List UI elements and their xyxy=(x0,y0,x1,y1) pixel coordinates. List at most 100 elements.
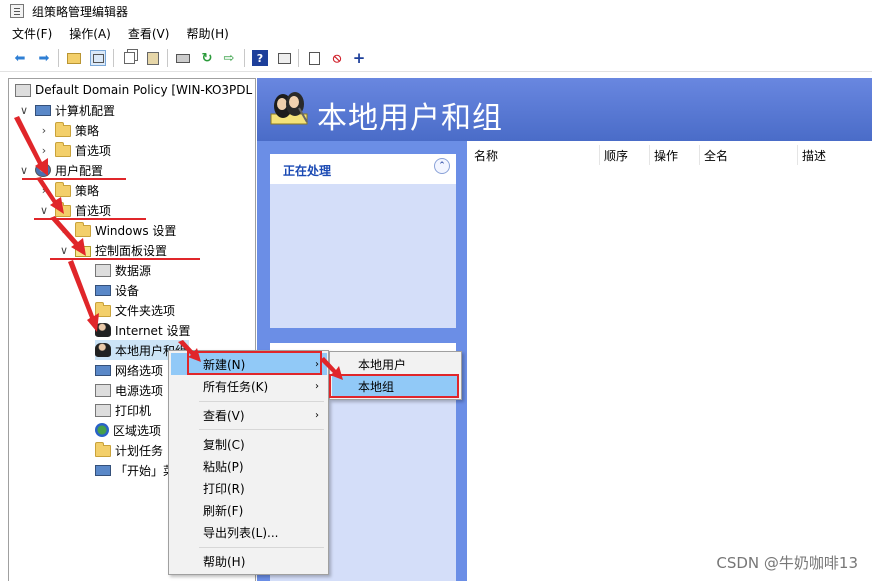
chevron-up-icon[interactable]: ⌃ xyxy=(434,158,450,174)
tree-printers[interactable]: 打印机 xyxy=(95,400,151,420)
tree-label: Internet 设置 xyxy=(115,323,191,338)
chevron-right-icon[interactable]: › xyxy=(39,124,49,137)
menu-item-label: 打印(R) xyxy=(203,481,245,496)
stop-icon[interactable]: ⦸ xyxy=(329,50,345,66)
menu-item-paste[interactable]: 粘贴(P) xyxy=(171,455,327,477)
tree-internet-settings[interactable]: Internet 设置 xyxy=(95,320,190,340)
task-panel-header[interactable]: 正在处理 ⌃ xyxy=(270,154,456,184)
tree-label: 策略 xyxy=(75,183,100,198)
folder-options-icon xyxy=(95,301,111,317)
internet-settings-icon xyxy=(95,323,111,337)
start-menu-icon xyxy=(95,464,111,476)
submenu-item-local-user[interactable]: 本地用户 xyxy=(332,353,459,375)
menu-item-label: 本地用户 xyxy=(358,357,407,372)
menu-action[interactable]: 操作(A) xyxy=(69,25,111,42)
menu-help[interactable]: 帮助(H) xyxy=(186,25,228,42)
chevron-down-icon[interactable]: ∨ xyxy=(19,164,29,177)
policy-icon xyxy=(15,83,31,97)
tree-root-policy[interactable]: Default Domain Policy [WIN-KO3PDL xyxy=(15,80,252,100)
back-arrow-icon[interactable]: ⬅ xyxy=(12,50,28,66)
tree-computer-config[interactable]: ∨ 计算机配置 xyxy=(19,100,115,120)
watermark: CSDN @牛奶咖啡13 xyxy=(716,554,858,572)
column-header-order[interactable]: 顺序 xyxy=(600,145,650,165)
tree-policy-2[interactable]: › 策略 xyxy=(39,180,99,200)
tree-user-config[interactable]: ∨ 用户配置 xyxy=(19,160,103,180)
tree-scheduled-tasks[interactable]: 计划任务 xyxy=(95,440,163,460)
window-title: 组策略管理编辑器 xyxy=(32,4,129,19)
chevron-right-icon[interactable]: › xyxy=(39,144,49,157)
properties-icon[interactable] xyxy=(276,50,292,66)
submenu-item-local-group[interactable]: 本地组 xyxy=(332,375,459,397)
menu-item-label: 新建(N) xyxy=(203,357,246,372)
column-header-name[interactable]: 名称 xyxy=(470,145,600,165)
menu-item-view[interactable]: 查看(V) › xyxy=(171,404,327,426)
export-icon[interactable]: ⇨ xyxy=(221,50,237,66)
forward-arrow-icon[interactable]: ➡ xyxy=(36,50,52,66)
tree-windows-settings[interactable]: › Windows 设置 xyxy=(59,220,176,240)
tree-control-panel[interactable]: ∨ 控制面板设置 xyxy=(59,240,167,260)
tree-devices[interactable]: 设备 xyxy=(95,280,139,300)
list-view[interactable]: 名称 顺序 操作 全名 描述 xyxy=(470,141,872,581)
tree-power-options[interactable]: 电源选项 xyxy=(95,380,163,400)
chevron-down-icon[interactable]: ∨ xyxy=(39,204,49,217)
menu-item-refresh[interactable]: 刷新(F) xyxy=(171,499,327,521)
power-icon xyxy=(95,383,111,397)
menu-view[interactable]: 查看(V) xyxy=(128,25,170,42)
new-submenu: 本地用户 本地组 xyxy=(329,351,462,400)
up-folder-icon[interactable] xyxy=(66,50,82,66)
user-icon xyxy=(35,163,51,177)
title-bar: 组策略管理编辑器 xyxy=(0,0,872,22)
paste-icon[interactable] xyxy=(145,50,161,66)
tree-folder-options[interactable]: 文件夹选项 xyxy=(95,300,175,320)
task-panel-title: 正在处理 xyxy=(283,164,332,178)
refresh-icon[interactable]: ↻ xyxy=(199,50,215,66)
tree-regional-options[interactable]: 区域选项 xyxy=(95,420,161,440)
tree-label: 打印机 xyxy=(115,403,152,418)
tree-preferences-1[interactable]: › 首选项 xyxy=(39,140,111,160)
column-header-fullname[interactable]: 全名 xyxy=(700,145,798,165)
tree-policy-1[interactable]: › 策略 xyxy=(39,120,99,140)
folder-icon xyxy=(75,221,91,237)
scheduled-task-icon xyxy=(95,441,111,457)
menu-item-print[interactable]: 打印(R) xyxy=(171,477,327,499)
menu-item-copy[interactable]: 复制(C) xyxy=(171,433,327,455)
tree-label: 「开始」菜 xyxy=(115,463,176,478)
toolbar-separator xyxy=(58,49,59,67)
new-item-icon[interactable] xyxy=(306,50,322,66)
tree-preferences-2[interactable]: ∨ 首选项 xyxy=(39,200,111,220)
tree-start-menu[interactable]: 「开始」菜 xyxy=(95,460,175,480)
copy-icon[interactable] xyxy=(121,50,137,66)
show-tree-icon[interactable] xyxy=(90,50,106,66)
help-icon[interactable]: ? xyxy=(252,50,268,66)
column-header-action[interactable]: 操作 xyxy=(650,145,700,165)
chevron-right-icon[interactable]: › xyxy=(59,224,69,237)
menu-file[interactable]: 文件(F) xyxy=(12,25,52,42)
tree-label: Windows 设置 xyxy=(95,223,177,238)
tree-label: 计划任务 xyxy=(115,443,164,458)
chevron-down-icon[interactable]: ∨ xyxy=(59,244,69,257)
tree-label: 策略 xyxy=(75,123,100,138)
column-header-description[interactable]: 描述 xyxy=(798,145,872,165)
tree-data-sources[interactable]: 数据源 xyxy=(95,260,151,280)
toolbar-separator xyxy=(244,49,245,67)
folder-icon xyxy=(55,181,71,197)
menu-item-export-list[interactable]: 导出列表(L)... xyxy=(171,521,327,543)
print-icon[interactable] xyxy=(175,50,191,66)
tree-root-label: Default Domain Policy [WIN-KO3PDL xyxy=(35,83,253,97)
menu-item-all-tasks[interactable]: 所有任务(K) › xyxy=(171,375,327,397)
add-icon[interactable]: + xyxy=(351,49,367,67)
tree-label: 区域选项 xyxy=(113,423,162,438)
menu-item-new[interactable]: 新建(N) › xyxy=(171,353,327,375)
chevron-right-icon[interactable]: › xyxy=(39,184,49,197)
chevron-right-icon: › xyxy=(315,380,319,392)
tree-label: 电源选项 xyxy=(115,383,164,398)
menu-item-label: 粘贴(P) xyxy=(203,459,244,474)
chevron-down-icon[interactable]: ∨ xyxy=(19,104,29,117)
menu-item-help[interactable]: 帮助(H) xyxy=(171,550,327,572)
tree-label: 首选项 xyxy=(75,143,112,158)
tree-label: 设备 xyxy=(115,283,140,298)
tree-label: 控制面板设置 xyxy=(95,243,168,258)
folder-icon xyxy=(55,201,71,217)
chevron-right-icon: › xyxy=(315,358,319,370)
tree-network-options[interactable]: 网络选项 xyxy=(95,360,163,380)
